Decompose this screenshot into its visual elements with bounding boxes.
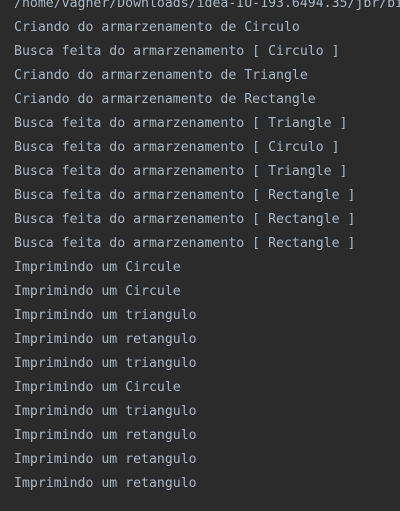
console-line: Imprimindo um retangulo bbox=[14, 476, 197, 491]
console-output-lines: Criando do armarzenamento de Circulo Bus… bbox=[14, 16, 355, 496]
console-line: Imprimindo um Circule bbox=[14, 260, 181, 275]
console-line: Imprimindo um Circule bbox=[14, 284, 181, 299]
console-line: Imprimindo um triangulo bbox=[14, 308, 197, 323]
console-line: Criando do armarzenamento de Triangle bbox=[14, 68, 308, 83]
console-line: Criando do armarzenamento de Circulo bbox=[14, 20, 300, 35]
console-line: Busca feita do armarzenamento [ Circulo … bbox=[14, 140, 340, 155]
console-line: Busca feita do armarzenamento [ Circulo … bbox=[14, 44, 340, 59]
console-line: Imprimindo um Circule bbox=[14, 380, 181, 395]
console-line: Imprimindo um triangulo bbox=[14, 356, 197, 371]
console-line: Criando do armarzenamento de Rectangle bbox=[14, 92, 316, 107]
console-line: Imprimindo um retangulo bbox=[14, 428, 197, 443]
command-line: /home/vagner/Downloads/idea-IU-193.6494.… bbox=[14, 0, 400, 11]
console-line: Imprimindo um triangulo bbox=[14, 404, 197, 419]
run-console-output[interactable]: /home/vagner/Downloads/idea-IU-193.6494.… bbox=[0, 0, 400, 511]
console-line: Busca feita do armarzenamento [ Rectangl… bbox=[14, 188, 356, 203]
console-line: Imprimindo um retangulo bbox=[14, 332, 197, 347]
console-line: Busca feita do armarzenamento [ Triangle… bbox=[14, 164, 348, 179]
console-line: Busca feita do armarzenamento [ Rectangl… bbox=[14, 236, 356, 251]
console-line: Imprimindo um retangulo bbox=[14, 452, 197, 467]
console-line: Busca feita do armarzenamento [ Rectangl… bbox=[14, 212, 356, 227]
console-line: Busca feita do armarzenamento [ Triangle… bbox=[14, 116, 348, 131]
